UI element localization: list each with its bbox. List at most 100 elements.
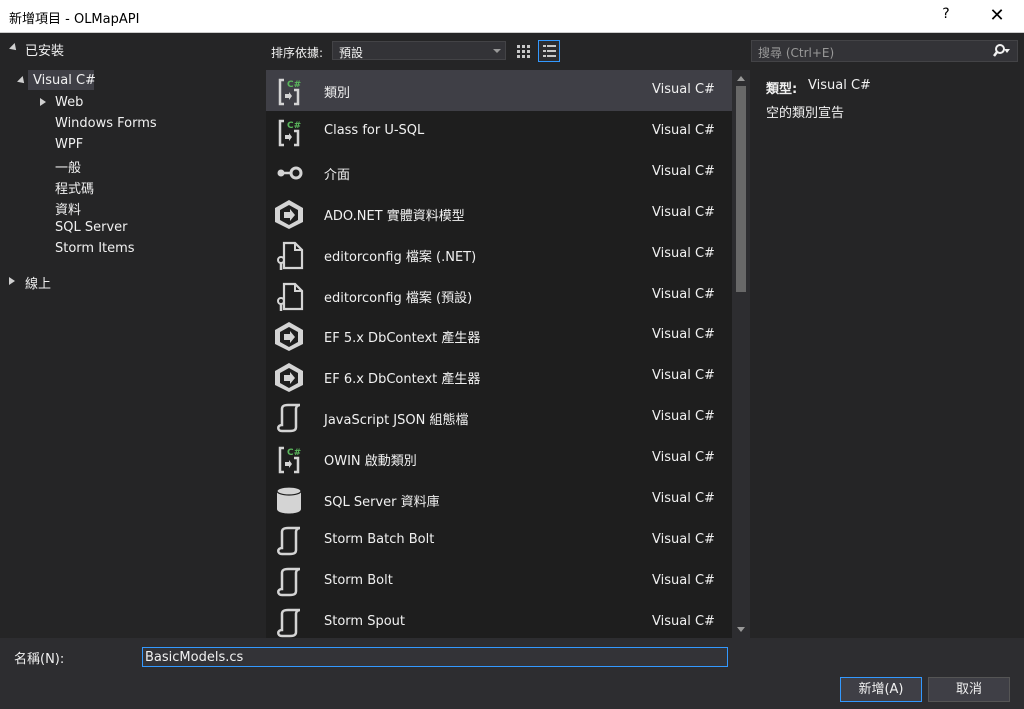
search-box[interactable]: 搜尋 (Ctrl+E) xyxy=(751,40,1018,62)
scroll-icon xyxy=(272,565,306,599)
template-language: Visual C# xyxy=(652,246,715,261)
template-name: SQL Server 資料庫 xyxy=(324,495,440,510)
template-name: EF 6.x DbContext 產生器 xyxy=(324,372,481,387)
template-language: Visual C# xyxy=(652,532,715,547)
template-name: Class for U-SQL xyxy=(324,123,425,138)
template-name: Storm Batch Bolt xyxy=(324,532,435,547)
sort-value: 預設 xyxy=(339,46,364,60)
template-row[interactable]: 介面 Visual C# xyxy=(266,152,732,193)
template-language: Visual C# xyxy=(652,409,715,424)
template-row[interactable]: EF 5.x DbContext 產生器 Visual C# xyxy=(266,315,732,356)
entity-model-icon xyxy=(272,319,306,353)
template-language: Visual C# xyxy=(652,491,715,506)
detail-pane: 類型: Visual C# 空的類別宣告 xyxy=(752,70,1024,638)
cancel-button[interactable]: 取消 xyxy=(928,677,1010,702)
template-name: OWIN 啟動類別 xyxy=(324,454,417,469)
template-name: Storm Spout xyxy=(324,614,406,629)
template-list-scrollbar[interactable] xyxy=(732,70,750,638)
svg-text:C#: C# xyxy=(287,80,301,90)
template-name: editorconfig 檔案 (預設) xyxy=(324,291,473,306)
scroll-icon xyxy=(272,401,306,435)
tree-item-general[interactable]: 一般 xyxy=(55,157,81,176)
template-language: Visual C# xyxy=(652,123,715,138)
grid-view-button[interactable] xyxy=(512,40,534,62)
entity-model-icon xyxy=(272,197,306,231)
add-button[interactable]: 新增(A) xyxy=(840,677,922,702)
template-row[interactable]: Storm Batch Bolt Visual C# xyxy=(266,520,732,561)
scroll-icon xyxy=(272,524,306,558)
template-row[interactable]: Storm Spout Visual C# xyxy=(266,602,732,638)
template-name: EF 5.x DbContext 產生器 xyxy=(324,331,481,346)
template-name: ADO.NET 實體資料模型 xyxy=(324,209,465,224)
template-name: Storm Bolt xyxy=(324,573,393,588)
template-row[interactable]: C# 類別 Visual C# xyxy=(266,70,732,111)
template-row[interactable]: Storm Bolt Visual C# xyxy=(266,561,732,602)
svg-text:C#: C# xyxy=(287,121,301,131)
template-language: Visual C# xyxy=(652,287,715,302)
tree-item-windows-forms[interactable]: Windows Forms xyxy=(55,116,157,131)
name-label: 名稱(N): xyxy=(14,652,65,667)
tree-item-storm-items[interactable]: Storm Items xyxy=(55,241,135,256)
scroll-icon xyxy=(272,606,306,638)
tree-item-installed[interactable]: 已安裝 xyxy=(25,40,64,59)
template-row[interactable]: editorconfig 檔案 (預設) Visual C# xyxy=(266,275,732,316)
grid-view-icon xyxy=(517,45,530,58)
template-language: Visual C# xyxy=(652,450,715,465)
template-language: Visual C# xyxy=(652,82,715,97)
window-title: 新增項目 - OLMapAPI xyxy=(9,12,140,27)
database-icon xyxy=(272,483,306,517)
search-placeholder: 搜尋 (Ctrl+E) xyxy=(758,46,835,60)
template-row[interactable]: editorconfig 檔案 (.NET) Visual C# xyxy=(266,234,732,275)
template-row[interactable]: SQL Server 資料庫 Visual C# xyxy=(266,479,732,520)
sort-label: 排序依據: xyxy=(271,46,324,60)
class-icon: C# xyxy=(272,74,306,108)
tree-item-data[interactable]: 資料 xyxy=(55,199,81,218)
class-icon: C# xyxy=(272,442,306,476)
config-file-icon xyxy=(272,279,306,313)
sort-dropdown[interactable]: 預設 xyxy=(332,41,506,60)
scroll-down-icon[interactable] xyxy=(737,627,745,632)
template-row[interactable]: C# Class for U-SQL Visual C# xyxy=(266,111,732,152)
tree-item-visual-csharp[interactable]: Visual C# xyxy=(33,73,96,88)
template-language: Visual C# xyxy=(652,573,715,588)
template-list[interactable]: C# 類別 Visual C# C# Class for U-SQL Visual … xyxy=(266,70,732,638)
template-language: Visual C# xyxy=(652,205,715,220)
template-language: Visual C# xyxy=(652,368,715,383)
title-bar: 新增項目 - OLMapAPI ? ✕ xyxy=(0,0,1024,33)
tree-item-online[interactable]: 線上 xyxy=(25,273,51,292)
template-language: Visual C# xyxy=(652,164,715,179)
list-view-icon xyxy=(543,45,556,57)
chevron-down-icon xyxy=(493,49,501,53)
detail-description: 空的類別宣告 xyxy=(766,106,845,121)
tree-item-code[interactable]: 程式碼 xyxy=(55,178,94,197)
template-language: Visual C# xyxy=(652,327,715,342)
tree-item-sql-server[interactable]: SQL Server xyxy=(55,220,128,235)
list-view-button[interactable] xyxy=(538,40,560,62)
template-language: Visual C# xyxy=(652,614,715,629)
scrollbar-thumb[interactable] xyxy=(736,86,746,292)
tree-item-web[interactable]: Web xyxy=(55,95,83,110)
tree-item-wpf[interactable]: WPF xyxy=(55,137,83,152)
help-button[interactable]: ? xyxy=(936,6,956,22)
expand-online-icon[interactable] xyxy=(9,277,15,285)
template-row[interactable]: JavaScript JSON 組態檔 Visual C# xyxy=(266,397,732,438)
expand-web-icon[interactable] xyxy=(40,98,46,106)
class-icon: C# xyxy=(272,115,306,149)
template-name: 介面 xyxy=(324,168,351,183)
entity-model-icon xyxy=(272,360,306,394)
search-icon[interactable] xyxy=(993,43,1011,59)
template-name: editorconfig 檔案 (.NET) xyxy=(324,250,477,265)
close-button[interactable]: ✕ xyxy=(985,4,1009,28)
detail-type-value: Visual C# xyxy=(808,78,871,93)
template-row[interactable]: C# OWIN 啟動類別 Visual C# xyxy=(266,438,732,479)
svg-text:C#: C# xyxy=(287,448,301,458)
template-name: JavaScript JSON 組態檔 xyxy=(324,413,469,428)
template-row[interactable]: ADO.NET 實體資料模型 Visual C# xyxy=(266,193,732,234)
scroll-up-icon[interactable] xyxy=(737,76,745,81)
name-input[interactable] xyxy=(142,647,728,667)
template-name: 類別 xyxy=(324,86,351,101)
template-row[interactable]: EF 6.x DbContext 產生器 Visual C# xyxy=(266,356,732,397)
detail-type-label: 類型: xyxy=(766,82,798,97)
interface-icon xyxy=(272,156,306,190)
config-file-icon xyxy=(272,238,306,272)
